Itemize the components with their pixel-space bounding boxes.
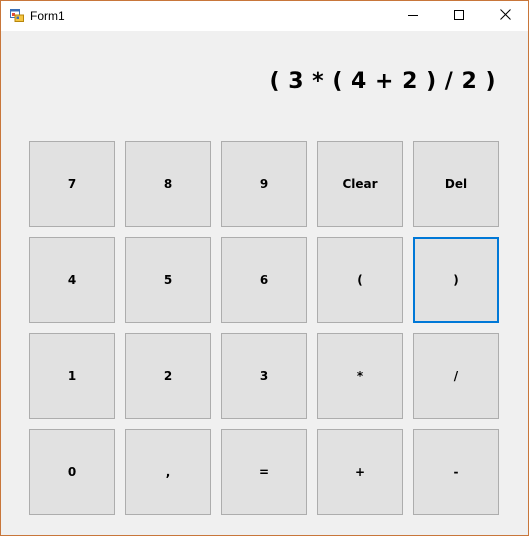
- minimize-button[interactable]: [390, 1, 436, 31]
- digit-4-button[interactable]: 4: [29, 237, 115, 323]
- clear-button[interactable]: Clear: [317, 141, 403, 227]
- decimal-comma-button[interactable]: ,: [125, 429, 211, 515]
- maximize-icon: [454, 7, 464, 25]
- delete-button[interactable]: Del: [413, 141, 499, 227]
- calculator-window: Form1 ( 3 * ( 4 + 2 ) / 2 ) 7 8 9 Clear Del 4…: [0, 0, 529, 536]
- title-bar[interactable]: Form1: [1, 1, 528, 31]
- digit-0-button[interactable]: 0: [29, 429, 115, 515]
- close-button[interactable]: [482, 1, 528, 31]
- digit-8-button[interactable]: 8: [125, 141, 211, 227]
- digit-9-button[interactable]: 9: [221, 141, 307, 227]
- digit-6-button[interactable]: 6: [221, 237, 307, 323]
- digit-1-button[interactable]: 1: [29, 333, 115, 419]
- open-paren-button[interactable]: (: [317, 237, 403, 323]
- equals-button[interactable]: =: [221, 429, 307, 515]
- digit-5-button[interactable]: 5: [125, 237, 211, 323]
- maximize-button[interactable]: [436, 1, 482, 31]
- expression-display: ( 3 * ( 4 + 2 ) / 2 ): [269, 69, 496, 94]
- minus-button[interactable]: -: [413, 429, 499, 515]
- minimize-icon: [408, 7, 418, 25]
- multiply-button[interactable]: *: [317, 333, 403, 419]
- winforms-app-icon: [10, 9, 24, 22]
- form-client-area: ( 3 * ( 4 + 2 ) / 2 ) 7 8 9 Clear Del 4 5 6() 1 2…: [1, 31, 528, 535]
- digit-2-button[interactable]: 2: [125, 333, 211, 419]
- digit-7-button[interactable]: 7: [29, 141, 115, 227]
- plus-button[interactable]: +: [317, 429, 403, 515]
- close-paren-button[interactable]: ): [413, 237, 499, 323]
- divide-button[interactable]: /: [413, 333, 499, 419]
- window-title: Form1: [30, 9, 65, 23]
- close-icon: [499, 7, 511, 25]
- digit-3-button[interactable]: 3: [221, 333, 307, 419]
